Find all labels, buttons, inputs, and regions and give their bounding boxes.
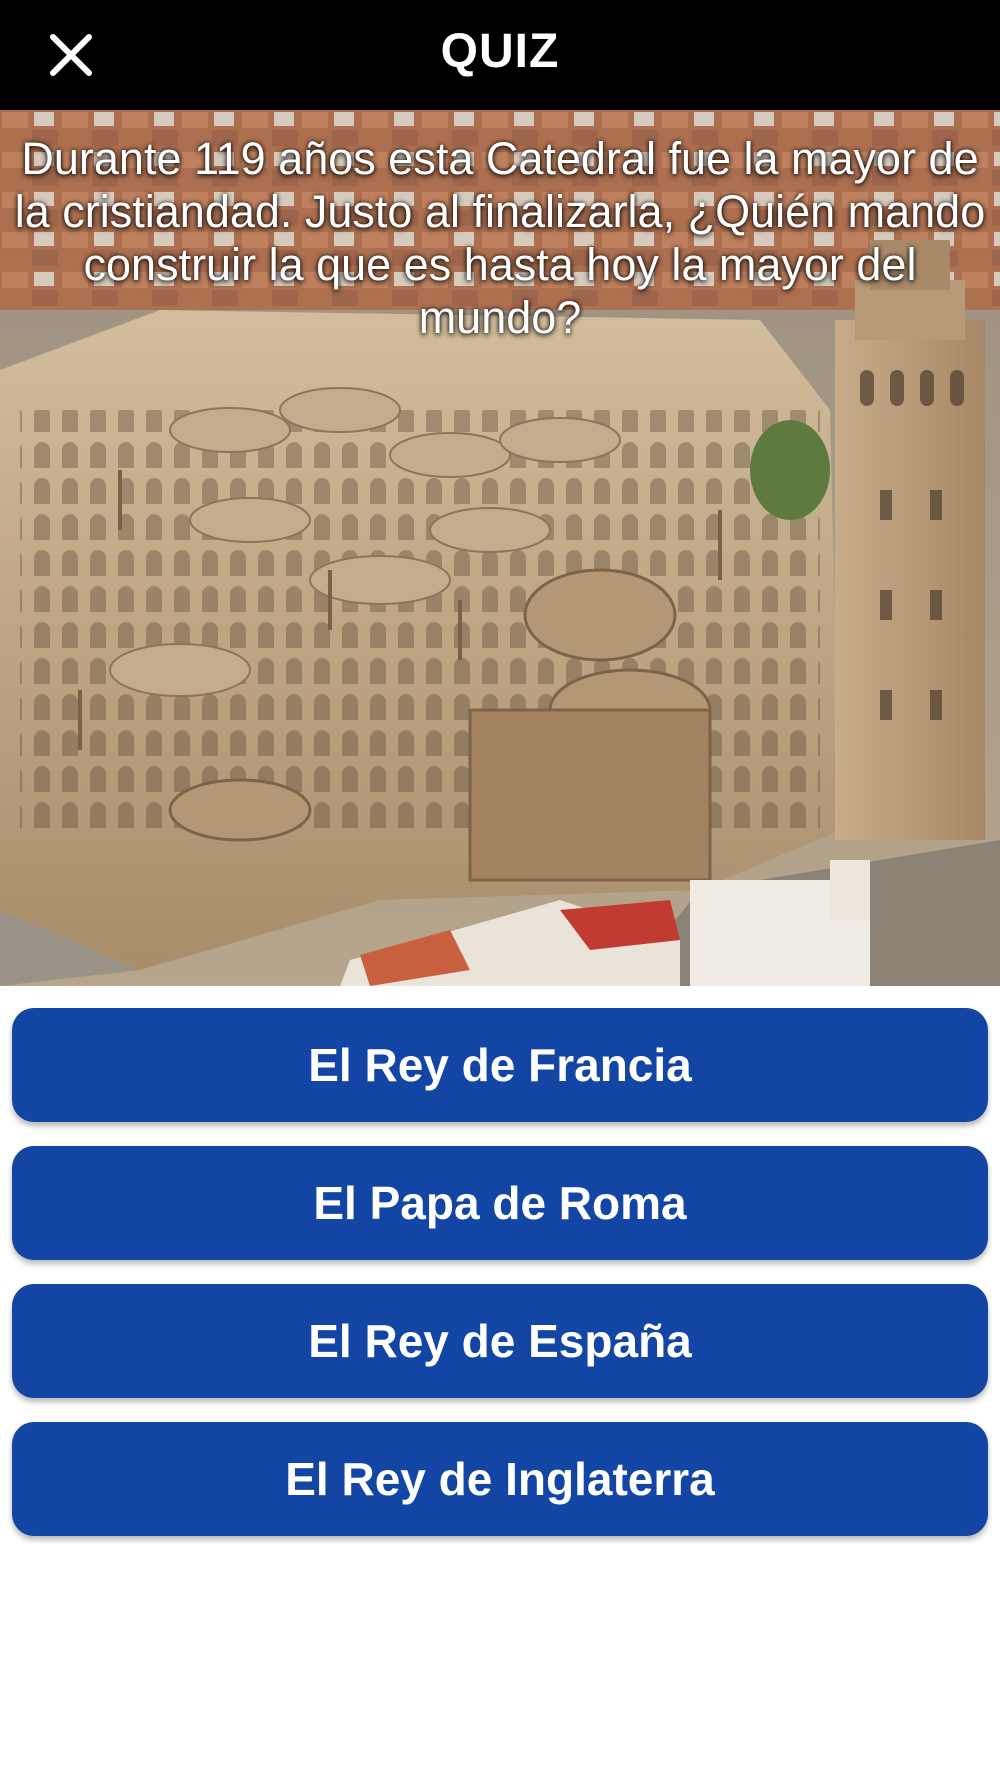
page-title: QUIZ — [440, 25, 560, 78]
answer-button-4[interactable]: El Rey de Inglaterra — [12, 1422, 988, 1536]
answer-list: El Rey de Francia El Papa de Roma El Rey… — [12, 1008, 988, 1560]
answer-button-2[interactable]: El Papa de Roma — [12, 1146, 988, 1260]
header-bar: QUIZ — [0, 0, 1000, 110]
answer-button-1[interactable]: El Rey de Francia — [12, 1008, 988, 1122]
question-image: Durante 119 años esta Catedral fue la ma… — [0, 110, 1000, 986]
question-text: Durante 119 años esta Catedral fue la ma… — [14, 133, 986, 343]
answer-button-3[interactable]: El Rey de España — [12, 1284, 988, 1398]
